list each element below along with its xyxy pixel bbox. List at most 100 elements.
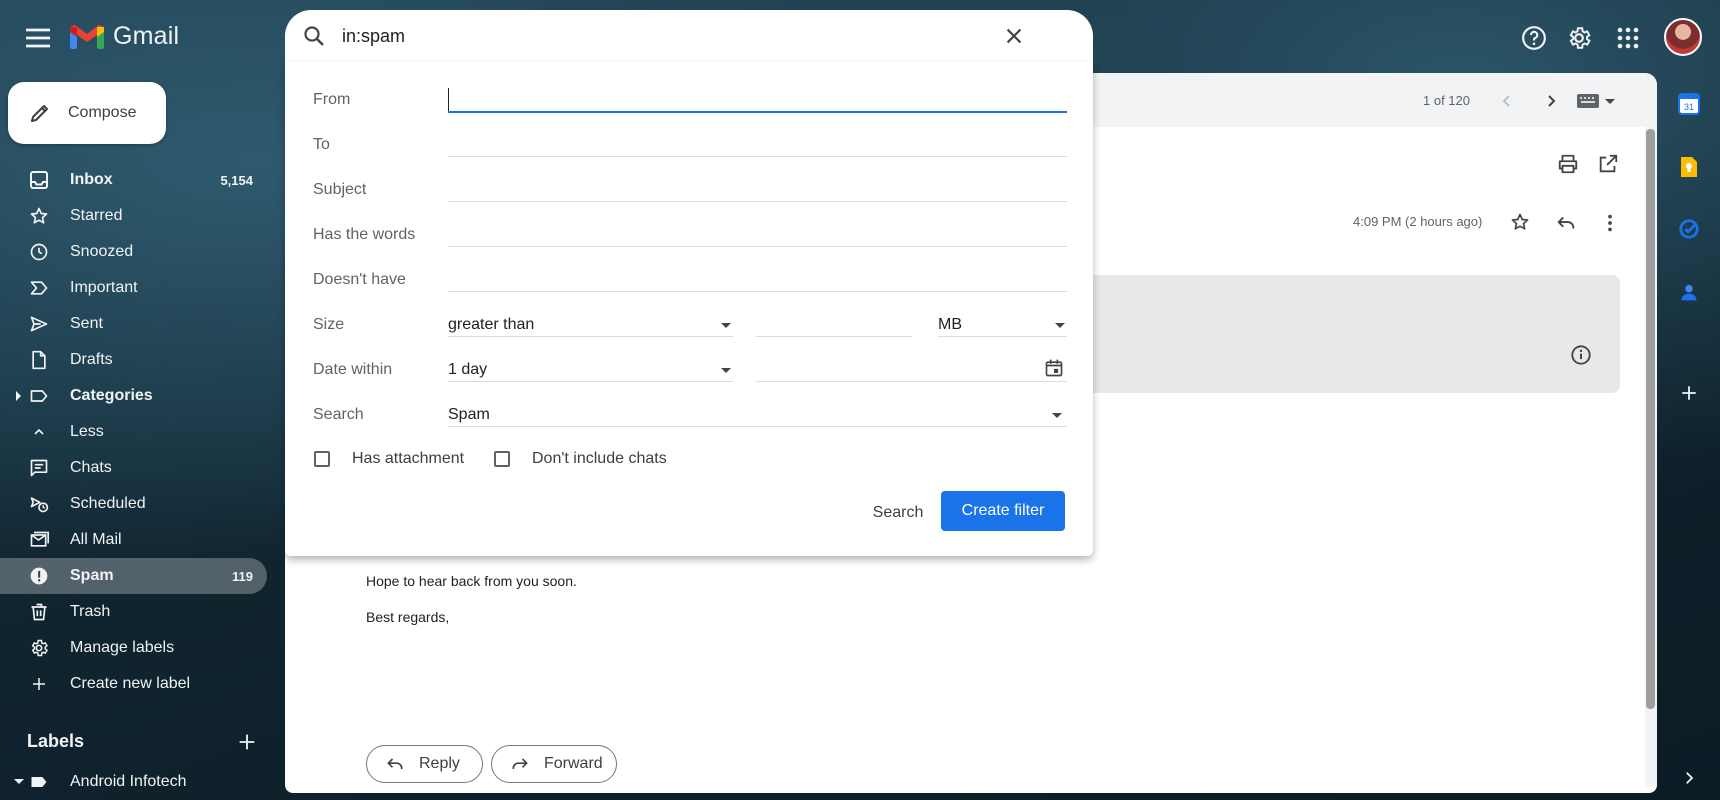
add-app-icon[interactable] bbox=[1674, 378, 1704, 408]
checkbox-box[interactable] bbox=[494, 451, 510, 467]
sidebar-item-label: All Mail bbox=[70, 531, 122, 548]
date-within-select[interactable]: 1 day bbox=[448, 358, 733, 382]
to-label: To bbox=[313, 136, 330, 153]
sidebar-item-create-new-label[interactable]: Create new label bbox=[0, 666, 267, 702]
dropdown-caret-icon bbox=[1052, 412, 1062, 418]
chevron-up-icon bbox=[28, 421, 50, 443]
search-bar[interactable] bbox=[285, 10, 1093, 62]
scrollbar-thumb[interactable] bbox=[1646, 129, 1655, 709]
sidebar-item-chats[interactable]: Chats bbox=[0, 450, 267, 486]
sidebar-item-label: Android Infotech bbox=[70, 773, 187, 790]
close-icon[interactable] bbox=[1003, 25, 1025, 47]
compose-label: Compose bbox=[68, 104, 137, 121]
apps-icon[interactable] bbox=[1610, 20, 1646, 56]
sidebar-item-label: Scheduled bbox=[70, 495, 146, 512]
unread-count: 5,154 bbox=[220, 172, 253, 188]
sidebar-item-less[interactable]: Less bbox=[0, 414, 267, 450]
expand-arrow-icon[interactable] bbox=[14, 779, 24, 784]
search-button[interactable]: Search bbox=[858, 493, 938, 533]
size-unit-select[interactable]: MB bbox=[938, 313, 1067, 337]
sidebar-item-label: Trash bbox=[70, 603, 111, 620]
sidebar-item-label: Categories bbox=[70, 387, 153, 404]
sidebar-label-android-infotech[interactable]: Android Infotech bbox=[0, 767, 267, 797]
sidebar-item-important[interactable]: Important bbox=[0, 270, 267, 306]
search-input[interactable] bbox=[340, 24, 984, 48]
settings-icon[interactable] bbox=[1561, 20, 1597, 56]
gmail-m-icon bbox=[70, 24, 104, 49]
sidebar-item-inbox[interactable]: Inbox 5,154 bbox=[0, 162, 267, 198]
forward-button[interactable]: Forward bbox=[491, 745, 617, 783]
subject-input-underline bbox=[448, 201, 1067, 202]
subject-label: Subject bbox=[313, 181, 367, 198]
sidebar-item-starred[interactable]: Starred bbox=[0, 198, 267, 234]
expand-arrow-icon[interactable] bbox=[16, 391, 21, 401]
tasks-icon[interactable] bbox=[1674, 214, 1704, 244]
chevron-right-icon[interactable] bbox=[1674, 763, 1704, 793]
star-icon bbox=[28, 205, 50, 227]
send-icon bbox=[28, 313, 50, 335]
keyboard-icon[interactable] bbox=[1577, 91, 1617, 111]
sidebar-item-trash[interactable]: Trash bbox=[0, 594, 267, 630]
sidebar-item-snoozed[interactable]: Snoozed bbox=[0, 234, 267, 270]
star-icon[interactable] bbox=[1510, 212, 1532, 234]
search-icon[interactable] bbox=[302, 24, 326, 48]
gmail-logo[interactable]: Gmail bbox=[69, 22, 179, 51]
date-input[interactable] bbox=[756, 358, 1026, 382]
sidebar-item-categories[interactable]: Categories bbox=[0, 378, 267, 414]
sidebar-item-drafts[interactable]: Drafts bbox=[0, 342, 267, 378]
sidebar-item-manage-labels[interactable]: Manage labels bbox=[0, 630, 267, 666]
sidebar-item-label: Starred bbox=[70, 207, 123, 224]
subject-input[interactable] bbox=[448, 177, 1067, 201]
add-label-button[interactable] bbox=[236, 731, 258, 753]
has-words-input[interactable] bbox=[448, 222, 1067, 246]
to-input[interactable] bbox=[448, 132, 1067, 156]
reply-icon[interactable] bbox=[1555, 212, 1577, 234]
open-new-window-icon[interactable] bbox=[1597, 153, 1621, 177]
size-operator-select[interactable]: greater than bbox=[448, 313, 733, 337]
compose-button[interactable]: Compose bbox=[8, 82, 166, 144]
doesnt-have-input[interactable] bbox=[448, 267, 1067, 291]
from-input[interactable] bbox=[448, 88, 1064, 112]
help-icon[interactable] bbox=[1516, 20, 1552, 56]
reply-button[interactable]: Reply bbox=[366, 745, 483, 783]
chevron-right-icon[interactable] bbox=[1539, 89, 1563, 113]
sidebar-item-label: Sent bbox=[70, 315, 103, 332]
sidebar-item-label: Drafts bbox=[70, 351, 113, 368]
size-value-input[interactable] bbox=[756, 313, 912, 337]
info-icon[interactable] bbox=[1570, 344, 1594, 368]
svg-text:31: 31 bbox=[1684, 102, 1694, 112]
keep-icon[interactable] bbox=[1674, 152, 1704, 182]
more-vert-icon[interactable] bbox=[1599, 212, 1621, 234]
size-operator-value: greater than bbox=[448, 316, 535, 333]
sidebar-item-spam[interactable]: Spam 119 bbox=[0, 558, 267, 594]
checkbox-box[interactable] bbox=[314, 451, 330, 467]
advanced-search-panel: From To Subject Has the words Doesn't ha… bbox=[285, 62, 1093, 556]
search-in-label: Search bbox=[313, 406, 364, 423]
sidebar-item-label: Important bbox=[70, 279, 138, 296]
sidebar-item-sent[interactable]: Sent bbox=[0, 306, 267, 342]
search-in-select[interactable]: Spam bbox=[448, 403, 1067, 427]
has-words-label: Has the words bbox=[313, 226, 416, 243]
avatar[interactable] bbox=[1664, 18, 1702, 56]
calendar-icon[interactable]: 31 bbox=[1674, 89, 1704, 119]
dont-include-chats-checkbox[interactable]: Don't include chats bbox=[494, 450, 667, 468]
size-label: Size bbox=[313, 316, 345, 333]
from-label: From bbox=[313, 91, 351, 108]
pencil-icon bbox=[28, 101, 52, 125]
create-filter-button[interactable]: Create filter bbox=[941, 491, 1065, 531]
chevron-left-icon[interactable] bbox=[1495, 89, 1519, 113]
important-icon bbox=[28, 277, 50, 299]
calendar-icon[interactable] bbox=[1044, 358, 1066, 380]
date-within-underline bbox=[448, 381, 733, 382]
menu-icon[interactable] bbox=[22, 22, 54, 54]
sidebar-item-all-mail[interactable]: All Mail bbox=[0, 522, 267, 558]
has-words-underline bbox=[448, 246, 1067, 247]
page-count: 1 of 120 bbox=[1423, 93, 1470, 108]
spam-icon bbox=[28, 565, 50, 587]
sidebar-item-scheduled[interactable]: Scheduled bbox=[0, 486, 267, 522]
unread-count: 119 bbox=[232, 568, 253, 584]
has-attachment-checkbox[interactable]: Has attachment bbox=[314, 450, 464, 468]
contacts-icon[interactable] bbox=[1674, 277, 1704, 307]
message-time: 4:09 PM (2 hours ago) bbox=[1353, 214, 1483, 229]
print-icon[interactable] bbox=[1557, 153, 1581, 177]
